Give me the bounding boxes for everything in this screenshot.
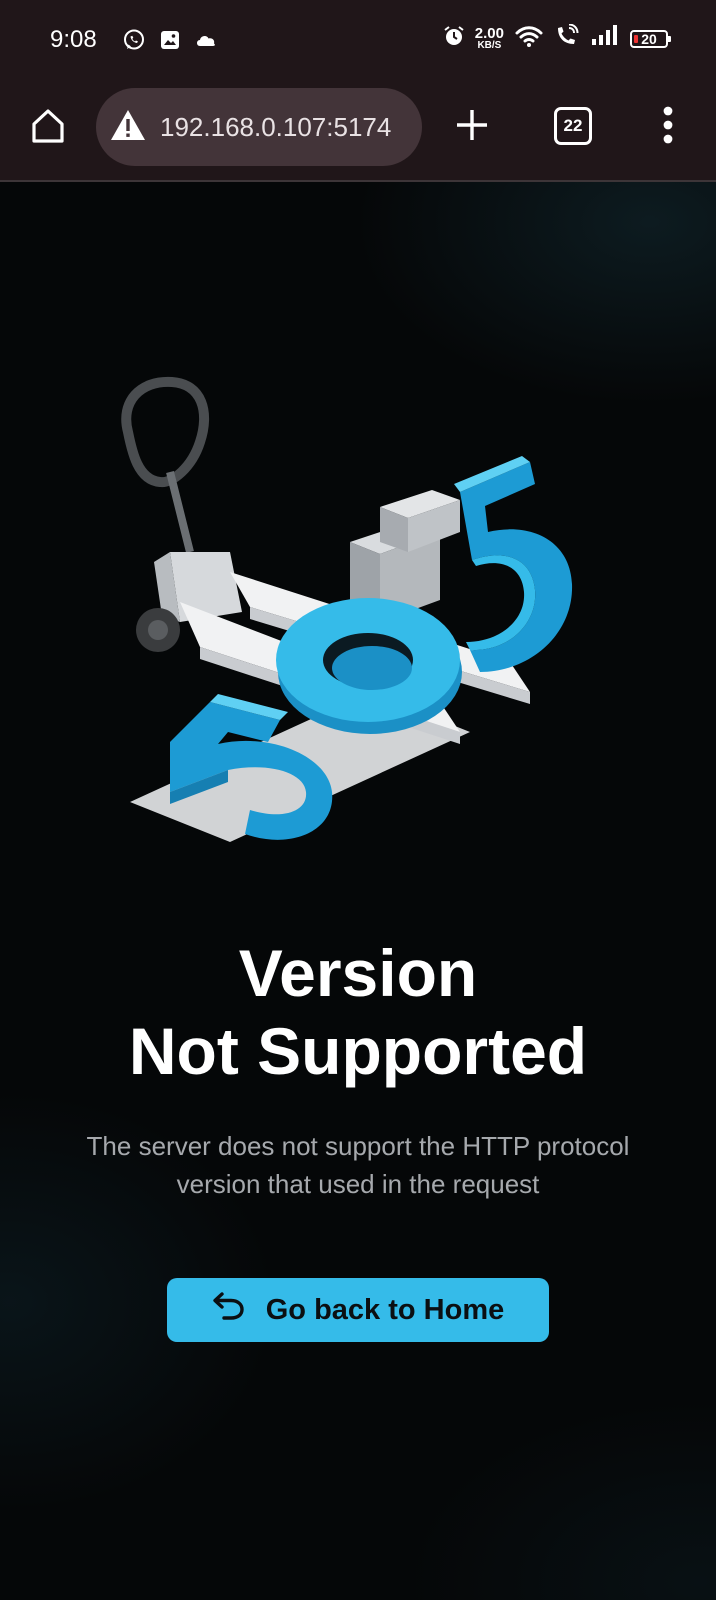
page-content: Version Not Supported The server does no… bbox=[0, 182, 716, 1600]
status-time: 9:08 bbox=[50, 26, 97, 53]
new-tab-button[interactable] bbox=[449, 104, 495, 150]
wifi-icon bbox=[514, 24, 544, 53]
page-title-line2: Not Supported bbox=[128, 1014, 588, 1088]
status-bar: 9:08 2.00 KB/S 20 bbox=[0, 0, 716, 82]
network-speed: 2.00 KB/S bbox=[475, 26, 504, 51]
error-description-line2: version that used in the request bbox=[176, 1169, 540, 1199]
go-back-home-button[interactable]: Go back to Home bbox=[167, 1278, 549, 1342]
browser-menu-button[interactable] bbox=[650, 104, 686, 150]
battery-icon: 20 bbox=[630, 29, 671, 48]
gallery-icon bbox=[158, 28, 182, 57]
tab-switcher-button[interactable]: 22 bbox=[553, 106, 593, 146]
pallet-jack-505-illustration bbox=[110, 372, 610, 872]
undo-arrow-icon bbox=[212, 1291, 246, 1329]
more-vert-icon bbox=[662, 105, 674, 150]
url-bar[interactable]: 192.168.0.107:5174 bbox=[96, 88, 422, 166]
home-button[interactable] bbox=[26, 106, 70, 150]
digit-0-middle bbox=[276, 598, 462, 734]
wifi-calling-icon bbox=[554, 23, 580, 53]
cloud-icon bbox=[194, 30, 218, 55]
notification-icons bbox=[122, 28, 218, 57]
page-title-line1: Version bbox=[238, 936, 478, 1010]
error-description: The server does not support the HTTP pro… bbox=[58, 1127, 658, 1203]
browser-toolbar: 192.168.0.107:5174 22 bbox=[0, 82, 716, 182]
not-secure-warning-icon[interactable] bbox=[110, 109, 146, 146]
url-text[interactable]: 192.168.0.107:5174 bbox=[160, 112, 391, 143]
page-title: Version Not Supported bbox=[0, 934, 716, 1090]
go-back-home-label: Go back to Home bbox=[265, 1293, 505, 1326]
signal-icon bbox=[590, 25, 620, 52]
network-speed-value: 2.00 bbox=[474, 25, 504, 42]
whatsapp-icon bbox=[122, 28, 146, 57]
battery-level: 20 bbox=[641, 30, 657, 47]
home-icon bbox=[28, 106, 68, 151]
plus-icon bbox=[454, 107, 490, 148]
digit-5-back bbox=[454, 456, 573, 672]
system-icons: 2.00 KB/S 20 bbox=[443, 23, 671, 53]
tab-count: 22 bbox=[554, 107, 592, 145]
network-speed-unit: KB/S bbox=[477, 40, 502, 51]
alarm-icon bbox=[443, 25, 465, 52]
error-description-line1: The server does not support the HTTP pro… bbox=[86, 1131, 630, 1161]
